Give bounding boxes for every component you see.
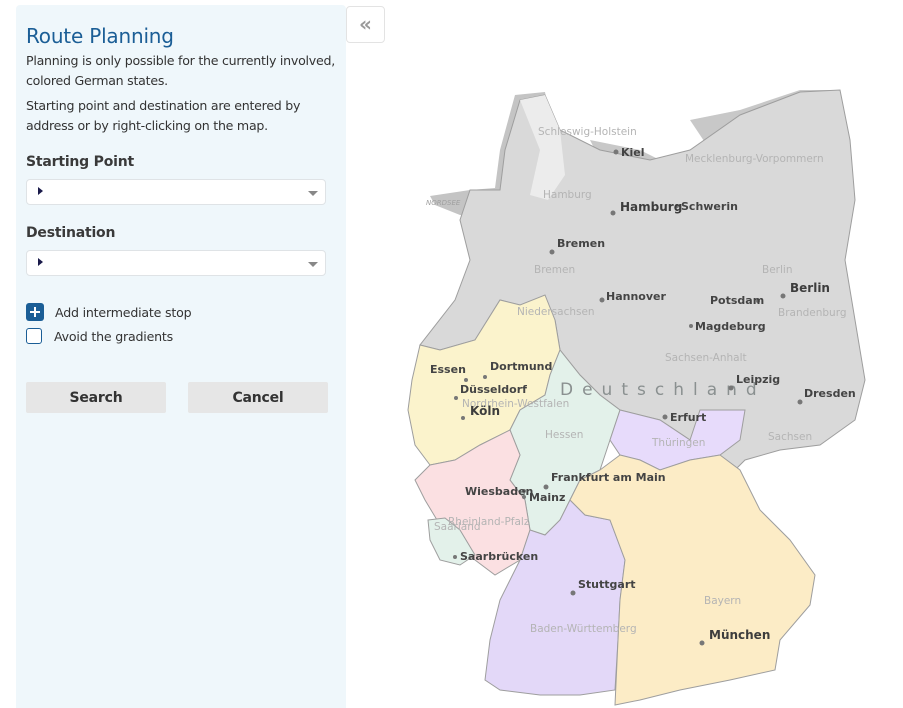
city-label: Düsseldorf: [460, 383, 527, 396]
city-label: Frankfurt am Main: [551, 471, 666, 484]
state-label: Bremen: [534, 264, 575, 276]
city-label: Mainz: [529, 491, 565, 504]
starting-point-label: Starting Point: [26, 154, 135, 170]
state-label: Hessen: [545, 429, 583, 441]
city-label: Wiesbaden: [465, 485, 533, 498]
avoid-gradients-checkbox[interactable]: [26, 328, 42, 344]
route-planning-panel: Route Planning Planning is only possible…: [16, 5, 346, 708]
state-label: Thüringen: [651, 437, 705, 449]
search-button[interactable]: Search: [26, 382, 166, 413]
state-label: Berlin: [762, 264, 792, 276]
marker-triangle-icon: [38, 258, 43, 266]
plus-icon[interactable]: [26, 303, 44, 321]
panel-title: Route Planning: [26, 24, 174, 48]
state-label: Schleswig-Holstein: [538, 126, 637, 138]
marker-triangle-icon: [38, 187, 43, 195]
city-label: Essen: [430, 363, 466, 376]
chevron-down-icon[interactable]: [308, 262, 318, 267]
double-chevron-left-icon: «: [359, 12, 372, 36]
state-label: Bayern: [704, 595, 741, 607]
city-label: Hamburg: [620, 200, 682, 214]
description-input: Starting point and destination are enter…: [26, 98, 301, 133]
state-label: Mecklenburg-Vorpommern: [685, 153, 824, 165]
avoid-gradients-option[interactable]: Avoid the gradients: [26, 328, 173, 344]
add-stop-label: Add intermediate stop: [55, 304, 192, 320]
city-label: Saarbrücken: [460, 550, 538, 563]
sea-label: NORDSEE: [426, 199, 461, 207]
state-label: Saarland: [434, 521, 481, 533]
destination-select[interactable]: [26, 250, 326, 276]
city-label: Schwerin: [681, 200, 738, 213]
germany-map[interactable]: Deutschland NORDSEE Schleswig-Holstein H…: [400, 80, 880, 708]
city-label: Köln: [470, 404, 500, 418]
city-label: Berlin: [790, 281, 830, 295]
avoid-gradients-label: Avoid the gradients: [54, 328, 174, 344]
city-label: Dresden: [804, 387, 856, 400]
state-label: Niedersachsen: [517, 306, 595, 318]
add-intermediate-stop[interactable]: Add intermediate stop: [26, 303, 192, 321]
state-label: Hamburg: [543, 189, 592, 201]
state-label: Baden-Württemberg: [530, 623, 637, 635]
city-label: Kiel: [621, 146, 645, 159]
city-label: Leipzig: [736, 373, 780, 386]
destination-label: Destination: [26, 225, 116, 241]
state-label: Brandenburg: [778, 307, 847, 319]
city-label: München: [709, 628, 770, 642]
state-label: Sachsen-Anhalt: [665, 352, 747, 364]
state-label: Sachsen: [768, 431, 812, 443]
cancel-button[interactable]: Cancel: [188, 382, 328, 413]
starting-point-select[interactable]: [26, 179, 326, 205]
country-label: Deutschland: [560, 380, 766, 400]
chevron-down-icon[interactable]: [308, 191, 318, 196]
description-states: Planning is only possible for the curren…: [26, 53, 335, 88]
collapse-panel-button[interactable]: «: [346, 6, 385, 43]
city-label: Hannover: [606, 290, 666, 303]
city-label: Potsdam: [710, 294, 764, 307]
city-label: Magdeburg: [695, 320, 766, 333]
city-label: Dortmund: [490, 360, 552, 373]
city-label: Bremen: [557, 237, 605, 250]
city-label: Erfurt: [670, 411, 706, 424]
city-label: Stuttgart: [578, 578, 636, 591]
